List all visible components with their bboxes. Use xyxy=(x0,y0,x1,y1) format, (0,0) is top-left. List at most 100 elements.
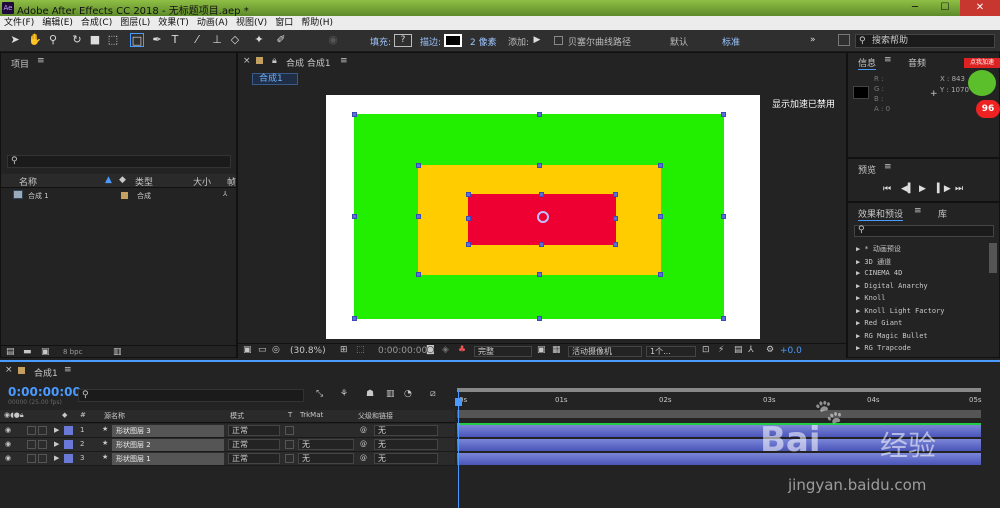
project-search-input[interactable]: ⚲ xyxy=(7,155,231,168)
exposure-value[interactable]: +0.0 xyxy=(780,346,802,356)
work-area-bar[interactable] xyxy=(457,410,981,418)
pickwhip-icon[interactable]: @ xyxy=(360,440,367,448)
parent-dropdown[interactable]: 无 xyxy=(374,453,438,464)
show-snapshot-icon[interactable]: ◈ xyxy=(442,345,449,355)
stroke-width[interactable]: 2 像素 xyxy=(470,35,497,48)
rotate-tool-icon[interactable]: ↻ xyxy=(70,33,84,47)
workspace-toggle[interactable] xyxy=(838,34,850,46)
layer-row[interactable]: ◉ ▶ 3 ★ 形状图层 1 正常 无 @ 无 xyxy=(0,452,455,466)
workspace-more[interactable]: » xyxy=(810,35,816,45)
workspace-default[interactable]: 默认 xyxy=(670,35,688,48)
composition-tab[interactable]: 合成 合成1 xyxy=(286,56,331,69)
transform-handle[interactable] xyxy=(539,242,544,247)
transform-handle[interactable] xyxy=(416,163,421,168)
breadcrumb[interactable]: 合成1 xyxy=(252,73,298,85)
close-tab-icon[interactable]: × xyxy=(243,56,251,66)
promo-badge[interactable]: 点我加速 96 xyxy=(962,56,1000,118)
time-ruler[interactable]: 0s 01s 02s 03s 04s 05s xyxy=(455,386,985,408)
panel-menu-icon[interactable]: ≡ xyxy=(914,206,922,216)
preview-title[interactable]: 预览 xyxy=(858,163,876,176)
effect-category[interactable]: ▶ Red Giant xyxy=(856,319,902,327)
transform-handle[interactable] xyxy=(416,272,421,277)
mode-dropdown[interactable]: 正常 xyxy=(228,439,280,450)
puppet-tool-icon[interactable]: ✐ xyxy=(274,33,288,47)
timeline-icon[interactable]: ▤ xyxy=(734,345,743,355)
column-mode[interactable]: 模式 xyxy=(230,411,244,421)
parent-dropdown[interactable]: 无 xyxy=(374,425,438,436)
sort-arrow-icon[interactable]: ▲ xyxy=(105,175,112,185)
channel-icon[interactable]: ♣ xyxy=(458,345,466,355)
next-frame-icon[interactable]: ▍▶ xyxy=(937,184,951,194)
layer-name[interactable]: 形状图层 2 xyxy=(112,439,224,451)
column-type[interactable]: 类型 xyxy=(135,175,153,188)
trkmat-dropdown[interactable]: 无 xyxy=(298,439,354,450)
transform-handle[interactable] xyxy=(466,216,471,221)
layer-name[interactable]: 形状图层 3 xyxy=(112,425,224,437)
layer-name[interactable]: 形状图层 1 xyxy=(112,453,224,465)
flowchart-icon[interactable]: ⅄ xyxy=(223,190,227,198)
panel-menu-icon[interactable]: ≡ xyxy=(340,56,348,66)
zoom-level[interactable]: (30.8%) xyxy=(290,346,326,356)
menu-layer[interactable]: 图层(L) xyxy=(116,16,154,30)
playhead[interactable] xyxy=(458,390,459,508)
menu-file[interactable]: 文件(F) xyxy=(0,16,38,30)
snapshot-icon[interactable]: ◙ xyxy=(426,345,435,355)
label-color-swatch[interactable] xyxy=(64,426,73,435)
scrollbar[interactable] xyxy=(989,243,997,273)
transform-handle[interactable] xyxy=(537,272,542,277)
bpc-toggle[interactable]: 8 bpc xyxy=(63,348,82,356)
transform-handle[interactable] xyxy=(352,214,357,219)
menu-view[interactable]: 视图(V) xyxy=(232,16,271,30)
transform-handle[interactable] xyxy=(721,214,726,219)
eye-icon[interactable]: ◉ xyxy=(5,440,11,448)
panel-menu-icon[interactable]: ≡ xyxy=(884,162,892,172)
toggle-pixel-aspect-icon[interactable]: ⊡ xyxy=(702,345,710,355)
menu-window[interactable]: 窗口 xyxy=(271,16,297,30)
pickwhip-icon[interactable]: @ xyxy=(360,426,367,434)
panel-menu-icon[interactable]: ≡ xyxy=(64,365,72,375)
layer-row[interactable]: ◉ ▶ 1 ★ 形状图层 3 正常 @ 无 xyxy=(0,424,455,438)
workspace-standard[interactable]: 标准 xyxy=(722,35,740,48)
transform-handle[interactable] xyxy=(539,192,544,197)
timeline-timecode[interactable]: 0:00:00:00 xyxy=(8,385,81,399)
selection-tool-icon[interactable]: ➤ xyxy=(8,33,22,47)
library-tab[interactable]: 库 xyxy=(938,207,947,220)
project-title[interactable]: 项目 xyxy=(11,57,29,70)
trkmat-dropdown[interactable]: 无 xyxy=(298,453,354,464)
menu-edit[interactable]: 编辑(E) xyxy=(38,16,77,30)
timeline-tab[interactable]: 合成1 xyxy=(34,366,58,379)
menu-effect[interactable]: 效果(T) xyxy=(154,16,193,30)
close-tab-icon[interactable]: × xyxy=(5,365,13,375)
effect-category[interactable]: ▶ Knoll xyxy=(856,294,886,302)
fill-label[interactable]: 填充: xyxy=(370,35,391,48)
transform-handle[interactable] xyxy=(658,214,663,219)
preserve-transparency-checkbox[interactable] xyxy=(285,440,294,449)
interpret-footage-icon[interactable]: ▤ xyxy=(6,347,15,357)
camera-tool-icon[interactable]: ■ xyxy=(88,33,102,47)
draft-3d-icon[interactable]: ⚘ xyxy=(340,389,348,399)
hand-tool-icon[interactable]: ✋ xyxy=(28,33,42,47)
transform-handle[interactable] xyxy=(658,272,663,277)
transform-handle[interactable] xyxy=(721,316,726,321)
add-menu-icon[interactable]: ▶ xyxy=(530,33,544,47)
transform-handle[interactable] xyxy=(466,242,471,247)
preserve-transparency-checkbox[interactable] xyxy=(285,426,294,435)
region-of-interest-icon[interactable]: ▣ xyxy=(537,345,546,355)
transform-handle[interactable] xyxy=(466,192,471,197)
effects-tab[interactable]: 效果和预设 xyxy=(858,207,904,221)
play-icon[interactable]: ▶ xyxy=(919,184,926,194)
transform-handle[interactable] xyxy=(613,192,618,197)
menu-composition[interactable]: 合成(C) xyxy=(77,16,116,30)
playhead-handle[interactable] xyxy=(455,398,462,406)
vr-icon[interactable]: ◎ xyxy=(272,345,280,355)
transparency-grid-icon[interactable]: ▦ xyxy=(552,345,561,355)
resolution-dropdown[interactable]: 完整 xyxy=(474,346,532,357)
flowchart-icon[interactable]: ⅄ xyxy=(748,345,754,355)
expand-arrow-icon[interactable]: ▶ xyxy=(54,426,59,434)
new-composition-icon[interactable]: ▣ xyxy=(41,347,50,357)
motion-blur-icon[interactable]: ◔ xyxy=(404,389,412,399)
help-search-input[interactable]: ⚲ 搜索帮助 xyxy=(855,34,995,48)
eye-icon[interactable]: ◉ xyxy=(5,454,11,462)
label-color-swatch[interactable] xyxy=(64,454,73,463)
camera-dropdown[interactable]: 活动摄像机 xyxy=(568,346,642,357)
